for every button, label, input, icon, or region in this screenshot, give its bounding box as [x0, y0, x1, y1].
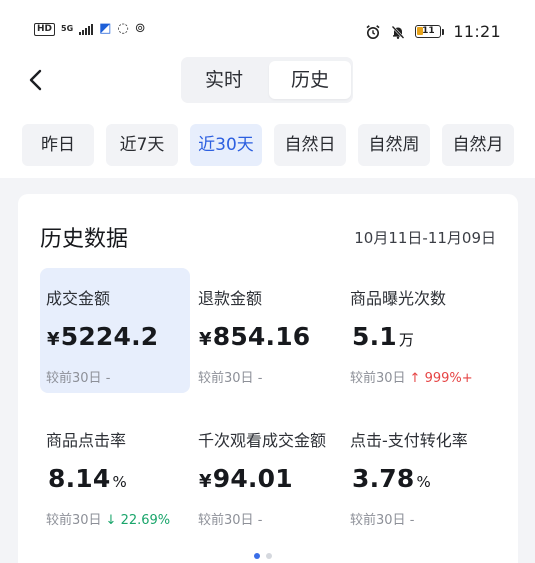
- sync-icon: ◌: [117, 21, 129, 36]
- metric-ctr[interactable]: 商品点击率 8.14% 较前30日 ↓ 22.69%: [40, 410, 190, 535]
- metric-compare: 较前30日 -: [198, 513, 263, 528]
- page-dot-active: [254, 553, 260, 559]
- metric-compare: 较前30日 -: [198, 371, 263, 386]
- metric-refund[interactable]: 退款金额 ¥854.16 较前30日 -: [192, 268, 342, 393]
- metric-gpm[interactable]: 千次观看成交金额 ¥94.01 较前30日 -: [192, 410, 342, 535]
- metric-compare: 较前30日 -: [46, 371, 111, 386]
- range-chip-30days[interactable]: 近30天: [190, 124, 262, 166]
- page-indicator: [254, 553, 272, 559]
- metric-label: 千次观看成交金额: [198, 431, 327, 450]
- alarm-icon: [366, 24, 380, 39]
- metric-value: 5.1 万: [352, 322, 415, 351]
- mute-bell-icon: [392, 25, 405, 39]
- hotspot-icon: ⊚: [134, 21, 146, 36]
- card-date-range: 10月11日-11月09日: [354, 229, 496, 247]
- metric-conversion[interactable]: 点击-支付转化率 3.78% 较前30日 -: [344, 410, 494, 535]
- metric-label: 成交金额: [46, 289, 111, 308]
- status-bar-right: 11 11:21: [365, 22, 501, 41]
- range-chip-yesterday[interactable]: 昨日: [22, 124, 94, 166]
- hd-badge: HD: [34, 22, 56, 36]
- battery-level: 11: [415, 25, 442, 38]
- header-area: HD 5G ◩ ◌ ⊚ 11 11:21 实时 历史 昨日 近7天 近30天 自…: [0, 0, 535, 178]
- metric-compare: 较前30日 ↑ 999%+: [350, 371, 473, 386]
- app-notification-icon: ◩: [99, 21, 112, 36]
- tab-history[interactable]: 历史: [269, 61, 351, 99]
- metric-value: ¥94.01: [199, 464, 293, 493]
- status-bar-left: HD 5G ◩ ◌ ⊚: [34, 22, 146, 36]
- metric-value: ¥854.16: [199, 322, 311, 351]
- page-dot: [266, 553, 272, 559]
- card-title: 历史数据: [40, 227, 129, 252]
- metric-label: 商品曝光次数: [350, 289, 447, 308]
- mode-segmented-control: 实时 历史: [181, 57, 353, 103]
- metric-value: 8.14%: [48, 464, 127, 493]
- metric-label: 退款金额: [198, 289, 263, 308]
- history-data-card: 历史数据 10月11日-11月09日 成交金额 ¥5224.2 较前30日 - …: [18, 194, 518, 563]
- range-chip-natural-month[interactable]: 自然月: [442, 124, 514, 166]
- range-chip-natural-week[interactable]: 自然周: [358, 124, 430, 166]
- metric-compare: 较前30日 -: [350, 513, 415, 528]
- trend-down-change: ↓ 22.69%: [105, 513, 171, 528]
- network-type: 5G: [61, 24, 74, 33]
- metric-impressions[interactable]: 商品曝光次数 5.1 万 较前30日 ↑ 999%+: [344, 268, 494, 393]
- range-chip-7days[interactable]: 近7天: [106, 124, 178, 166]
- metric-value: ¥5224.2: [47, 322, 159, 351]
- signal-icon: [79, 23, 94, 35]
- tab-realtime[interactable]: 实时: [183, 61, 265, 99]
- battery-icon: 11: [415, 25, 445, 38]
- metric-label: 商品点击率: [46, 431, 127, 450]
- metric-label: 点击-支付转化率: [350, 431, 468, 450]
- status-time: 11:21: [453, 22, 501, 41]
- back-arrow-icon[interactable]: [26, 68, 48, 92]
- range-chip-natural-day[interactable]: 自然日: [274, 124, 346, 166]
- metric-value: 3.78%: [352, 464, 431, 493]
- metric-gmv[interactable]: 成交金额 ¥5224.2 较前30日 -: [40, 268, 190, 393]
- trend-up-change: ↑ 999%+: [409, 371, 473, 386]
- metric-compare: 较前30日 ↓ 22.69%: [46, 513, 171, 528]
